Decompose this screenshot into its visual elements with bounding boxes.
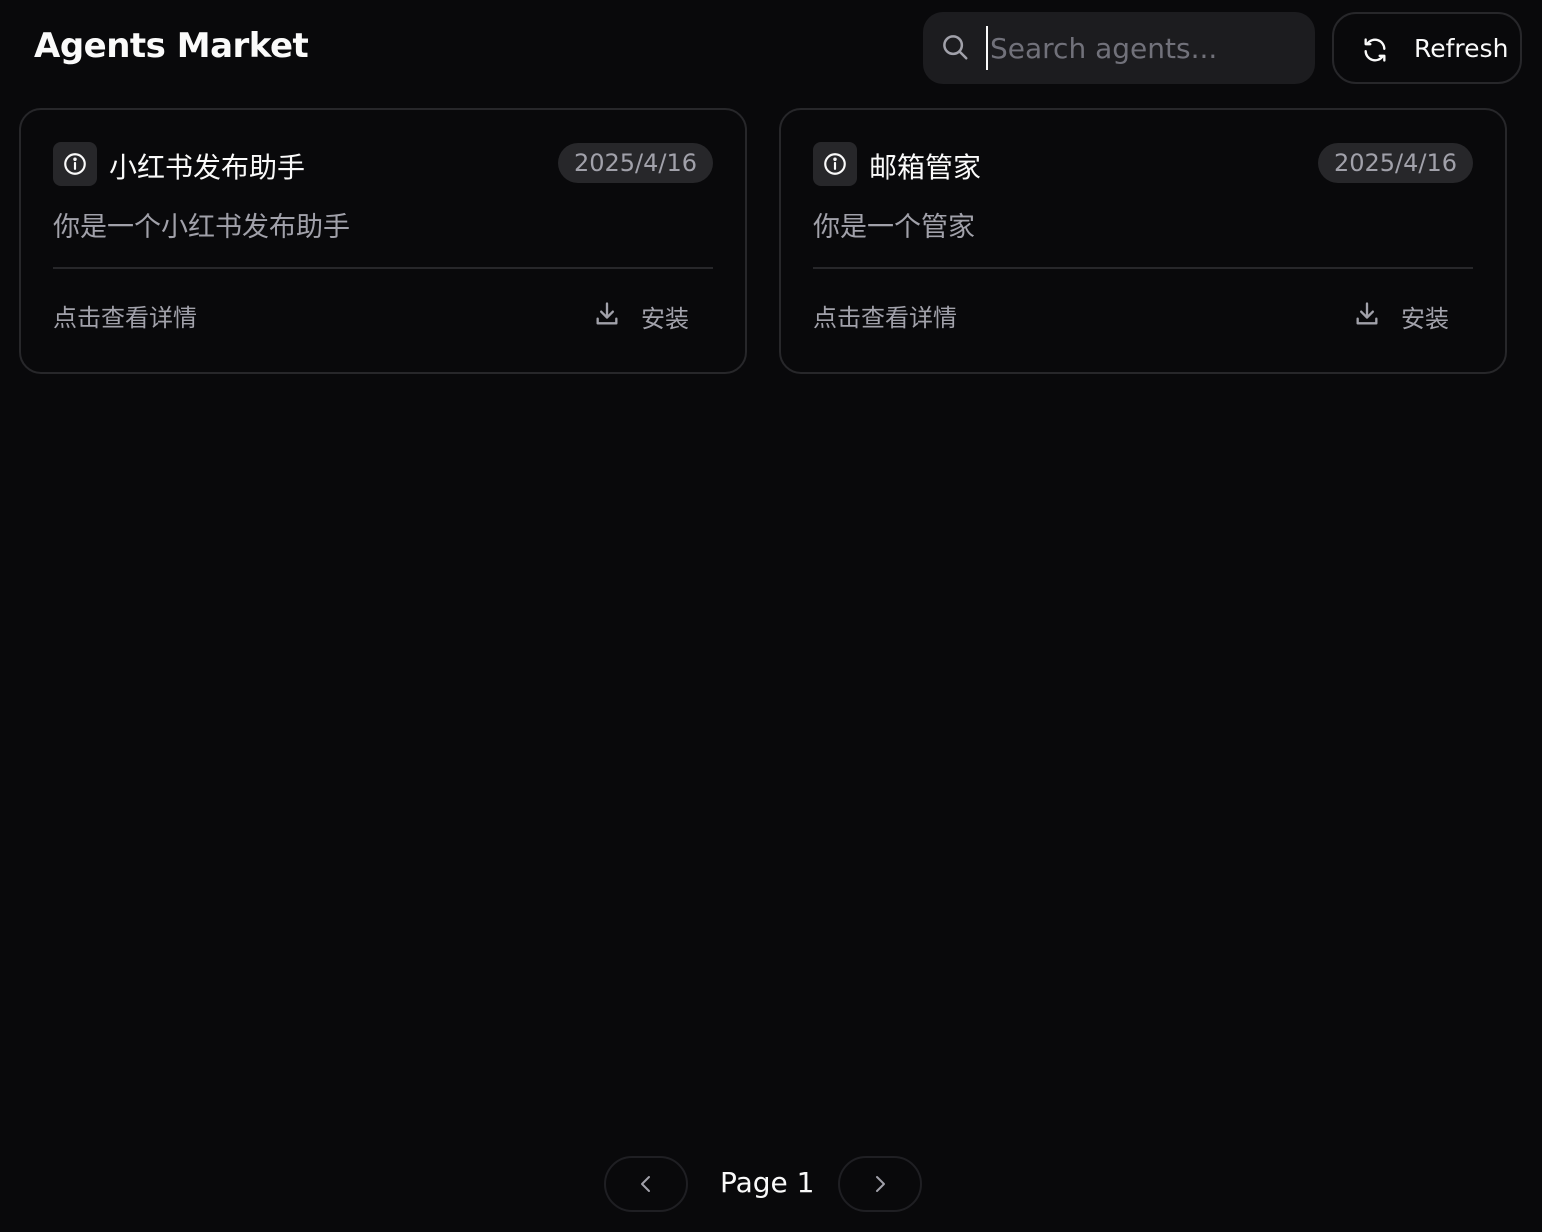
install-label: 安装 bbox=[641, 305, 689, 333]
page-indicator: Page 1 bbox=[720, 1166, 815, 1199]
agent-date-badge: 2025/4/16 bbox=[1317, 143, 1473, 183]
agent-card[interactable]: 小红书发布助手 2025/4/16 你是一个小红书发布助手 点击查看详情 安装 bbox=[19, 108, 747, 374]
refresh-label: Refresh bbox=[1414, 34, 1509, 63]
view-details-link[interactable]: 点击查看详情 bbox=[813, 298, 957, 333]
agent-name: 邮箱管家 bbox=[869, 151, 982, 184]
chevron-right-icon bbox=[876, 1176, 885, 1192]
chevron-left-icon bbox=[641, 1176, 650, 1192]
previous-page-button[interactable] bbox=[604, 1156, 688, 1212]
page-title: Agents Market bbox=[34, 26, 309, 66]
next-page-button[interactable] bbox=[838, 1156, 922, 1212]
card-divider bbox=[53, 267, 713, 269]
agents-market-page: Agents Market Refresh 小红书发布助手 2025/4/16 … bbox=[0, 0, 1542, 1232]
agent-info-button[interactable] bbox=[813, 142, 857, 186]
install-button[interactable]: 安装 bbox=[583, 288, 713, 340]
info-icon bbox=[824, 153, 846, 175]
refresh-button[interactable]: Refresh bbox=[1332, 12, 1522, 84]
agent-date-badge: 2025/4/16 bbox=[557, 143, 713, 183]
info-icon bbox=[64, 153, 86, 175]
install-label: 安装 bbox=[1401, 305, 1449, 333]
card-divider bbox=[813, 267, 1473, 269]
agent-description: 你是一个小红书发布助手 bbox=[53, 212, 350, 243]
agent-card[interactable]: 邮箱管家 2025/4/16 你是一个管家 点击查看详情 安装 bbox=[779, 108, 1507, 374]
install-button[interactable]: 安装 bbox=[1343, 288, 1473, 340]
agent-description: 你是一个管家 bbox=[813, 212, 975, 243]
agent-info-button[interactable] bbox=[53, 142, 97, 186]
view-details-link[interactable]: 点击查看详情 bbox=[53, 298, 197, 333]
refresh-icon bbox=[1364, 38, 1386, 62]
search-input[interactable] bbox=[986, 26, 1300, 70]
download-icon bbox=[596, 302, 618, 325]
search-icon bbox=[943, 35, 968, 60]
agent-name: 小红书发布助手 bbox=[109, 151, 306, 184]
download-icon bbox=[1356, 302, 1378, 325]
